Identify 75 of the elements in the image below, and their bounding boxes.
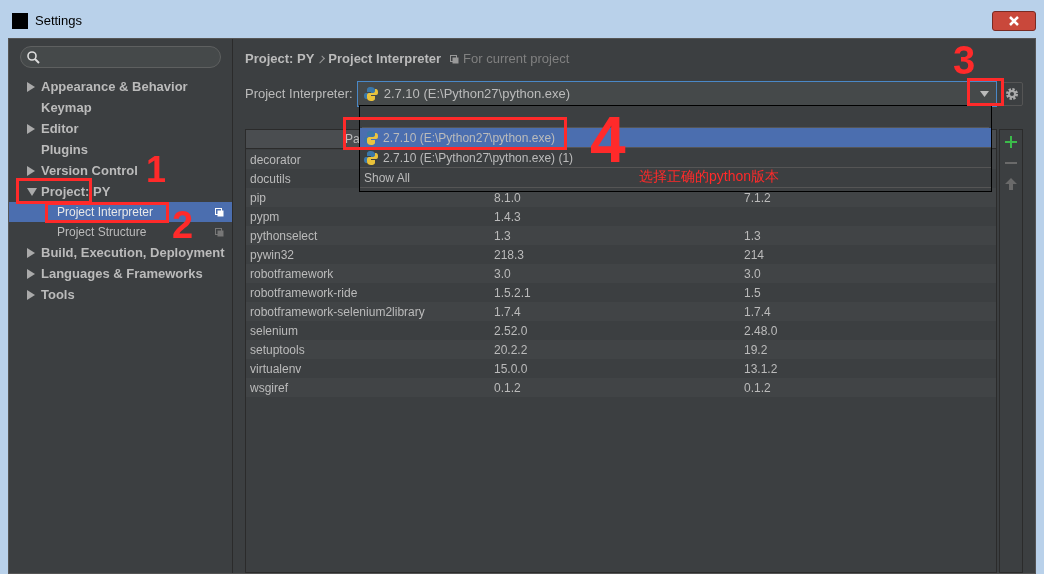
- python-icon: [363, 87, 378, 101]
- annotation-number: 1: [146, 152, 167, 188]
- table-cell-text: robotframework-ride: [250, 284, 358, 302]
- expand-arrow-icon[interactable]: [27, 81, 35, 92]
- sidebar-item[interactable]: Languages & Frameworks: [41, 263, 203, 284]
- expand-arrow-icon[interactable]: [27, 247, 35, 258]
- sidebar-subitem[interactable]: Project Interpreter: [57, 203, 154, 221]
- window-title: Settings: [35, 12, 82, 31]
- table-cell-text: pip: [250, 189, 266, 207]
- table-cell-text: 1.7.4: [494, 303, 521, 321]
- table-cell-text: 218.3: [494, 246, 525, 264]
- table-cell-text: docutils: [250, 170, 291, 188]
- search-icon: [27, 50, 40, 64]
- python-icon: [364, 130, 378, 145]
- table-cell-text: 13.1.2: [744, 360, 778, 378]
- python-icon: [364, 150, 378, 165]
- breadcrumb-item[interactable]: Project: PY: [245, 49, 315, 69]
- expand-arrow-icon[interactable]: [27, 123, 35, 134]
- table-cell-text: 3.0: [744, 265, 761, 283]
- table-cell-text: 2.52.0: [494, 322, 528, 340]
- collapse-arrow-icon[interactable]: [27, 187, 37, 196]
- sidebar-item[interactable]: Build, Execution, Deployment: [41, 242, 225, 263]
- table-cell-text: 1.4.3: [494, 208, 521, 226]
- table-cell-text: selenium: [250, 322, 299, 340]
- add-icon[interactable]: [1005, 136, 1017, 148]
- interpreter-dropdown[interactable]: 2.7.10 (E:\Python27\python.exe): [356, 81, 997, 107]
- table-cell-text: virtualenv: [250, 360, 302, 378]
- table-cell-text: 19.2: [744, 341, 768, 359]
- settings-button[interactable]: [1001, 82, 1023, 106]
- breadcrumb-item[interactable]: Project Interpreter: [328, 49, 442, 69]
- table-cell-text: 15.0.0: [494, 360, 528, 378]
- table-cell-text: 1.3: [744, 227, 761, 245]
- table-cell-text: 7.1.2: [744, 189, 771, 207]
- close-icon: [1008, 16, 1020, 26]
- table-cell-text: robotframework-selenium2library: [250, 303, 425, 321]
- copy-icon: [450, 54, 460, 64]
- sidebar-item[interactable]: Tools: [41, 284, 75, 305]
- table-cell-text: 1.3: [494, 227, 511, 245]
- sidebar-item[interactable]: Project: PY: [41, 181, 111, 202]
- interpreter-label: Project Interpreter:: [245, 85, 353, 104]
- table-cell-text: 3.0: [494, 265, 511, 283]
- settings-icon: [1005, 87, 1019, 101]
- close-button[interactable]: [992, 11, 1036, 31]
- table-cell-text: pywin32: [250, 246, 295, 264]
- sidebar-item[interactable]: Plugins: [41, 139, 88, 160]
- app-logo-icon: [12, 13, 28, 29]
- table-cell-text: 1.5: [744, 284, 761, 302]
- table-cell-text: pythonselect: [250, 227, 318, 245]
- annotation-number: 3: [953, 40, 976, 80]
- sidebar-item[interactable]: Version Control: [41, 160, 138, 181]
- expand-arrow-icon[interactable]: [27, 165, 35, 176]
- table-cell-text: pypm: [250, 208, 280, 226]
- caret-icon: [980, 91, 989, 97]
- table-cell-text: 20.2.2: [494, 341, 528, 359]
- scope-note: For current project: [463, 50, 570, 69]
- table-cell-text: 8.1.0: [494, 189, 521, 207]
- sidebar-item[interactable]: Keymap: [41, 97, 92, 118]
- expand-arrow-icon[interactable]: [27, 268, 35, 279]
- sidebar-item[interactable]: Appearance & Behavior: [41, 76, 188, 97]
- table-cell-text: 214: [744, 246, 765, 264]
- sidebar-item[interactable]: Editor: [41, 118, 79, 139]
- table-cell-text: 1.5.2.1: [494, 284, 531, 302]
- sidebar-subitem[interactable]: Project Structure: [57, 223, 147, 241]
- table-cell-text: decorator: [250, 151, 301, 169]
- highlight-box: [967, 78, 1004, 106]
- table-cell-text: 0.1.2: [494, 379, 521, 397]
- expand-arrow-icon[interactable]: [27, 289, 35, 300]
- annotation-note: 选择正确的python版本: [639, 167, 780, 186]
- search-field[interactable]: [20, 46, 221, 68]
- table-cell-text: setuptools: [250, 341, 305, 359]
- table-cell-text: robotframework: [250, 265, 334, 283]
- table-cell-text: 0.1.2: [744, 379, 771, 397]
- table-cell-text: 2.48.0: [744, 322, 778, 340]
- table-cell-text: 1.7.4: [744, 303, 771, 321]
- table-cell-text: wsgiref: [250, 379, 288, 397]
